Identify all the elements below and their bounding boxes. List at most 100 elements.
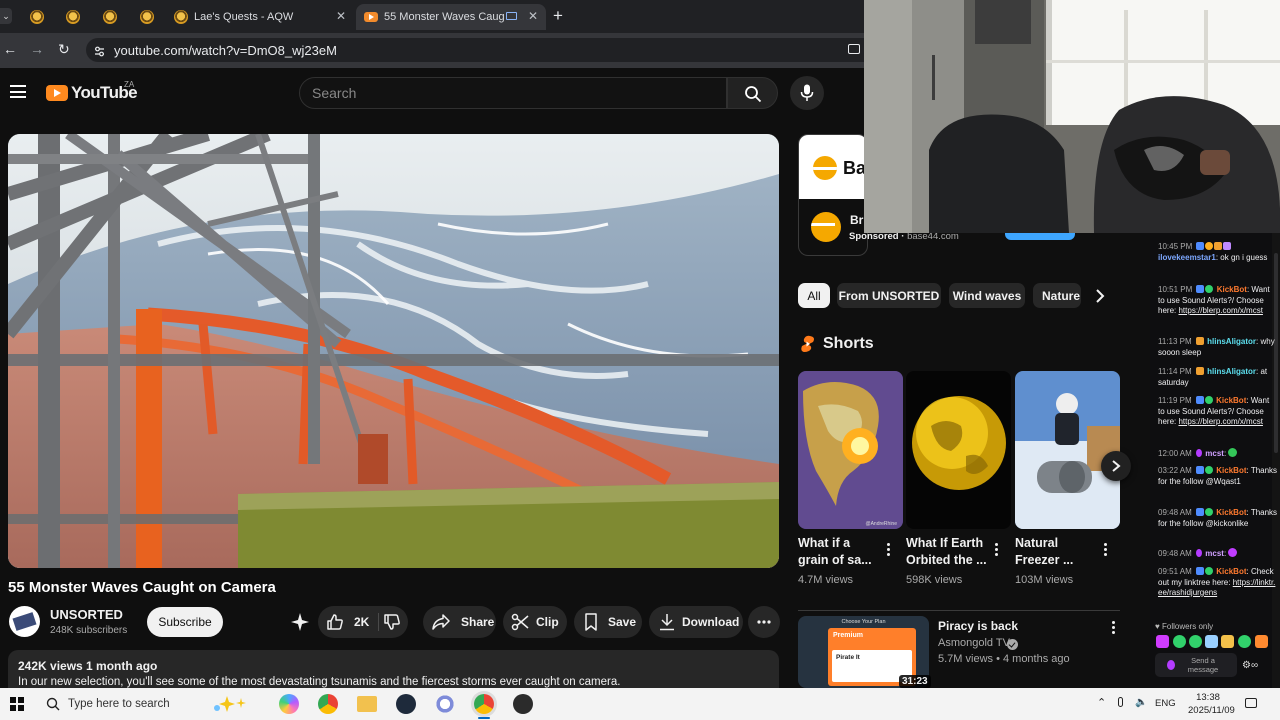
short-thumbnail[interactable]	[1015, 371, 1120, 529]
subscribe-button[interactable]: Subscribe	[147, 607, 223, 637]
emote-icon[interactable]	[1221, 635, 1234, 648]
chips-next-button[interactable]	[1090, 284, 1112, 308]
browser-tab-3[interactable]	[93, 4, 129, 30]
site-info-icon[interactable]	[94, 44, 105, 57]
short-menu-icon[interactable]	[1103, 543, 1107, 557]
snipping-tool-app-icon[interactable]	[435, 694, 455, 714]
short-menu-icon[interactable]	[886, 543, 890, 557]
steam-app-icon[interactable]	[396, 694, 416, 714]
short-thumbnail[interactable]	[906, 371, 1011, 529]
video-menu-icon[interactable]	[1111, 621, 1115, 635]
verified-bot-badge-icon	[1205, 567, 1214, 575]
close-tab-icon[interactable]: ✕	[528, 9, 538, 23]
browser-tab-1[interactable]	[20, 4, 56, 30]
obs-app-icon[interactable]	[513, 694, 533, 714]
emote-icon[interactable]	[1156, 635, 1169, 648]
ad-banner-brand: Ba	[843, 158, 867, 178]
short-thumbnail[interactable]: @AndreRhine	[798, 371, 903, 529]
browser-tab-4[interactable]	[130, 4, 166, 30]
more-actions-button[interactable]	[748, 606, 780, 638]
taskbar-search[interactable]: Type here to search	[44, 694, 264, 714]
browser-tab-active[interactable]: 55 Monster Waves Caught ✕	[356, 4, 546, 30]
chrome-app-icon[interactable]	[318, 694, 338, 714]
search-highlight-icon	[214, 696, 246, 712]
verified-bot-badge-icon	[1205, 508, 1214, 516]
chat-link[interactable]: https://blerp.com/x/mcst	[1178, 417, 1262, 426]
emote-icon[interactable]	[1189, 635, 1202, 648]
gift-badge-icon	[1214, 242, 1223, 250]
video-player[interactable]	[8, 134, 779, 568]
short-menu-icon[interactable]	[994, 543, 998, 557]
language-indicator[interactable]: ENG	[1155, 698, 1176, 709]
microphone-tray-icon[interactable]	[1118, 697, 1123, 707]
quick-emote-bar	[1156, 635, 1272, 649]
emote-icon[interactable]	[1205, 635, 1218, 648]
short-title[interactable]: What if a grain of sa...	[798, 535, 880, 569]
tray-overflow-icon[interactable]: ⌃	[1097, 696, 1106, 709]
mic-badge-icon	[1196, 549, 1203, 557]
chrome-profile-app-icon[interactable]	[474, 694, 494, 714]
short-view-count: 598K views	[906, 574, 963, 586]
chat-emote-icon	[1228, 448, 1238, 457]
dislike-button[interactable]	[380, 606, 408, 638]
save-button[interactable]: Save	[574, 606, 642, 638]
voice-search-button[interactable]	[790, 76, 824, 110]
aqw-favicon-icon	[30, 10, 44, 24]
short-title[interactable]: Natural Freezer ...	[1015, 535, 1097, 569]
shorts-next-button[interactable]	[1101, 451, 1131, 481]
chip-wind-waves[interactable]: Wind waves	[949, 283, 1025, 308]
close-tab-icon[interactable]: ✕	[336, 9, 346, 23]
aqw-favicon-icon	[174, 10, 188, 24]
clock[interactable]: 13:38 2025/11/09	[1188, 691, 1235, 717]
recommended-video-title[interactable]: Piracy is back	[938, 619, 1018, 633]
microphone-icon	[800, 84, 814, 101]
browser-tab-2[interactable]	[56, 4, 92, 30]
like-button[interactable]: 2K	[318, 606, 374, 638]
windows-start-icon[interactable]	[10, 697, 24, 711]
channel-name[interactable]: UNSORTED	[50, 607, 123, 622]
recommended-channel-name[interactable]: Asmongold TV	[938, 637, 1010, 649]
hamburger-menu-icon[interactable]	[10, 85, 26, 98]
chip-nature[interactable]: Nature	[1033, 283, 1081, 308]
clip-button[interactable]: Clip	[503, 606, 567, 638]
forward-arrow-icon[interactable]: →	[30, 41, 44, 57]
chat-message: 11:19 PM KickBot: Want to use Sound Aler…	[1158, 396, 1270, 426]
tab-list-dropdown-button[interactable]: ⌄	[0, 8, 12, 24]
chat-identity-icon	[1167, 660, 1175, 670]
emote-icon[interactable]	[1255, 635, 1268, 648]
chat-link[interactable]: https://blerp.com/x/mcst	[1178, 306, 1262, 315]
file-explorer-app-icon[interactable]	[357, 696, 377, 712]
emote-icon[interactable]	[1238, 635, 1251, 648]
shorts-logo-icon	[801, 335, 814, 352]
thumbs-up-icon	[327, 614, 343, 630]
copilot-app-icon[interactable]	[279, 694, 299, 714]
active-app-indicator	[478, 717, 490, 719]
bookmark-icon	[585, 613, 597, 631]
like-divider	[378, 613, 379, 631]
omnibox[interactable]: youtube.com/watch?v=DmO8_wj23eM	[86, 38, 876, 62]
ad-banner[interactable]: Ba	[799, 135, 867, 199]
notifications-icon[interactable]	[1245, 698, 1257, 708]
search-input[interactable]	[300, 78, 726, 108]
share-button[interactable]: Share	[423, 606, 496, 638]
ai-sparkle-icon[interactable]	[290, 612, 310, 632]
back-arrow-icon[interactable]: ←	[3, 41, 17, 57]
search-button[interactable]	[727, 77, 778, 109]
chat-settings-icon[interactable]: ⚙∞	[1242, 660, 1258, 671]
sub-badge-icon	[1195, 367, 1204, 375]
chat-message: 12:00 AM mcst:	[1158, 448, 1278, 460]
short-title[interactable]: What If Earth Orbited the ...	[906, 535, 988, 569]
new-tab-button[interactable]: +	[553, 6, 563, 26]
browser-tab-5[interactable]: Lae's Quests - AQW ✕	[164, 4, 354, 30]
cast-media-icon	[506, 12, 517, 20]
chat-message-input[interactable]: Send a message	[1155, 653, 1237, 677]
reload-icon[interactable]: ↻	[58, 41, 70, 58]
emote-icon[interactable]	[1173, 635, 1186, 648]
volume-tray-icon[interactable]: 🔈	[1135, 697, 1147, 708]
chip-all[interactable]: All	[798, 283, 830, 308]
cast-icon[interactable]	[848, 44, 860, 54]
chip-from-channel[interactable]: From UNSORTED	[837, 283, 941, 308]
download-button[interactable]: Download	[649, 606, 743, 638]
channel-avatar[interactable]	[9, 606, 40, 637]
like-count: 2K	[354, 615, 370, 629]
